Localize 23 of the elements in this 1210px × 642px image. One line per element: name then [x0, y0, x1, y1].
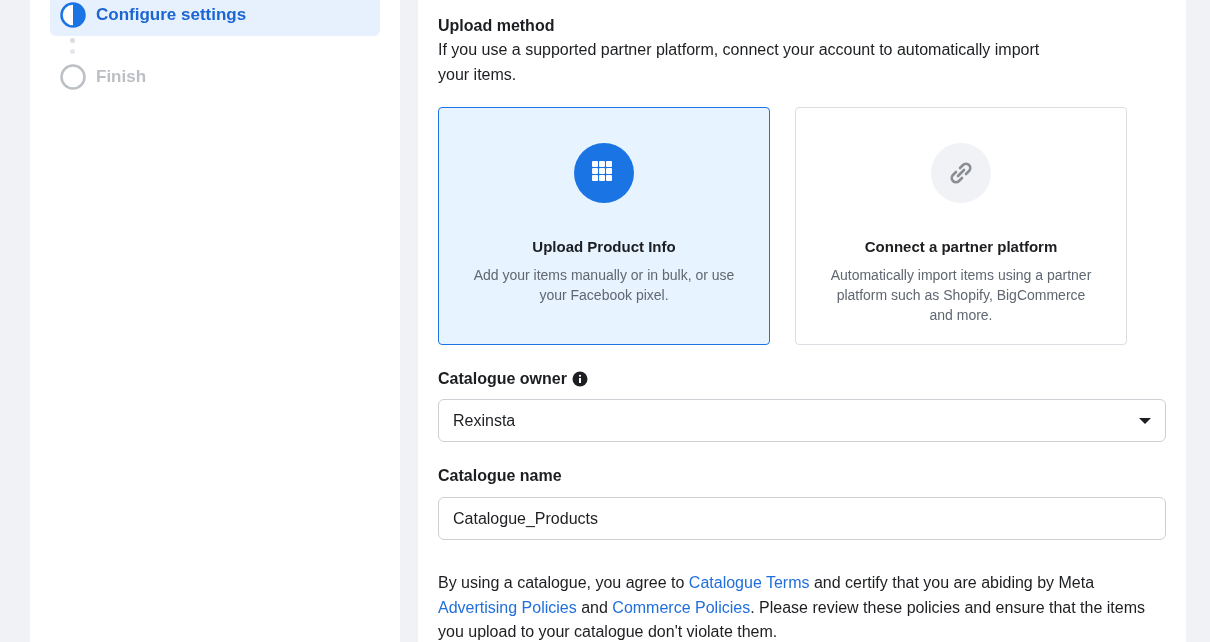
- section-description: If you use a supported partner platform, connect your account to automatically import your items.: [438, 40, 1041, 85]
- info-icon[interactable]: [571, 371, 588, 387]
- field-label: Catalogue name: [438, 466, 563, 486]
- policy-link[interactable]: Catalogue Terms: [688, 574, 810, 591]
- link-icon: [931, 143, 991, 203]
- field-label: Catalogue owner: [438, 369, 567, 389]
- option-title: Upload Product Info: [532, 237, 676, 257]
- option-title: Connect a partner platform: [864, 237, 1058, 257]
- policy-link[interactable]: Commerce Policies: [612, 598, 751, 616]
- step-item[interactable]: Configure settings: [50, 0, 380, 36]
- policy-link[interactable]: Advertising Policies: [438, 598, 577, 616]
- terms-paragraph: By using a catalogue, you agree to Catalogue Terms and certify that you are abiding by Meta Advertising Policies and Commerce Policies. Please review these policies and ensure that the items you upload to your catalogue don't violate them.: [438, 573, 1147, 642]
- caret-icon: [1139, 416, 1151, 425]
- option-card[interactable]: Connect a partner platform Automatically import items using a partner platform such as Shopify, BigCommerce and more.: [795, 107, 1127, 345]
- grid-icon: [574, 143, 634, 203]
- catalogue-name-field[interactable]: Catalogue_Products: [438, 497, 1166, 540]
- owner-dropdown[interactable]: Rexinsta: [438, 399, 1166, 442]
- section-title: Upload method: [438, 16, 556, 36]
- half-circle-icon: [60, 2, 86, 28]
- option-card[interactable]: Upload Product Info Add your items manually or in bulk, or use your Facebook pixel.: [438, 107, 770, 345]
- circle-icon: [60, 64, 86, 90]
- option-description: Automatically import items using a partner platform such as Shopify, BigCommerce and more.: [829, 265, 1093, 325]
- option-description: Add your items manually or in bulk, or use your Facebook pixel.: [472, 265, 736, 305]
